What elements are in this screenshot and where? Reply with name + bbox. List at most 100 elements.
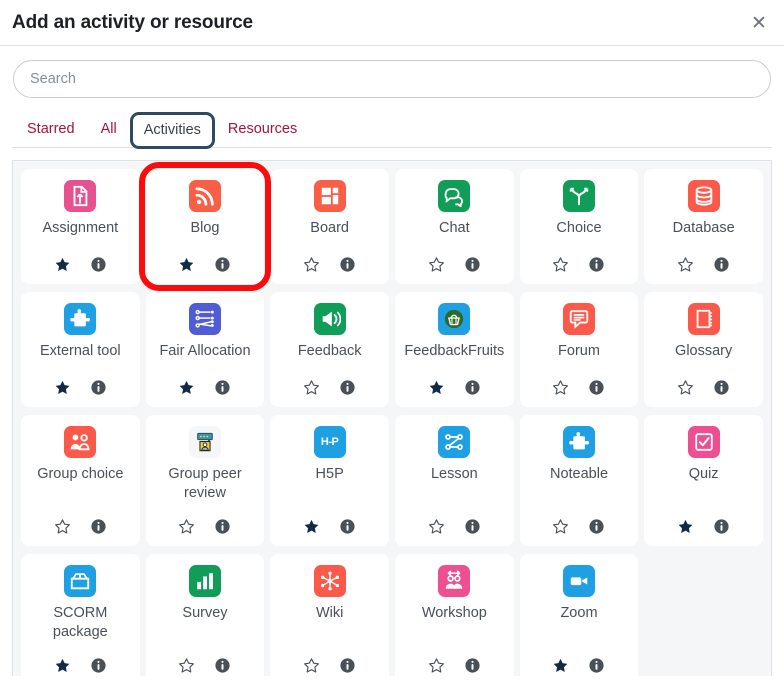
star-outline-icon[interactable] [428,657,445,674]
activity-label: SCORM package [21,604,140,657]
activity-label: Board [306,219,353,256]
info-icon[interactable] [339,256,356,273]
tab-all[interactable]: All [88,113,130,147]
board-icon [314,180,346,212]
info-icon[interactable] [339,518,356,535]
activity-grid-container: Assignment Blog Board ChatChoiceDatabase Ext… [12,160,772,676]
activity-card-noteable[interactable]: Noteable [520,415,639,546]
info-icon[interactable] [588,379,605,396]
activity-card-external-tool[interactable]: External tool [21,292,140,407]
info-icon[interactable] [339,379,356,396]
activity-card-choice[interactable]: Choice [520,169,639,284]
activity-card-glossary[interactable]: Glossary [644,292,763,407]
info-icon[interactable] [464,518,481,535]
star-outline-icon[interactable] [552,518,569,535]
activity-label: Quiz [685,465,723,518]
activity-card-quiz[interactable]: Quiz [644,415,763,546]
star-outline-icon[interactable] [54,518,71,535]
activity-card-scorm-package[interactable]: SCORM package [21,554,140,676]
activity-card-actions [552,657,605,676]
info-icon[interactable] [713,518,730,535]
star-outline-icon[interactable] [552,256,569,273]
activity-label: Group choice [33,465,127,518]
star-filled-icon[interactable] [677,518,694,535]
activity-card-survey[interactable]: Survey [146,554,265,676]
add-activity-modal: Add an activity or resource ✕ StarredAll… [0,0,784,676]
noteable-puzzle-icon [563,426,595,458]
activity-card-fair-allocation[interactable]: Fair Allocation [146,292,265,407]
info-icon[interactable] [214,657,231,674]
info-icon[interactable] [713,379,730,396]
activity-card-database[interactable]: Database [644,169,763,284]
star-filled-icon[interactable] [178,256,195,273]
activity-card-zoom[interactable]: Zoom [520,554,639,676]
activity-card-forum[interactable]: Forum [520,292,639,407]
activity-card-actions [54,518,107,546]
star-outline-icon[interactable] [303,379,320,396]
star-outline-icon[interactable] [428,518,445,535]
activity-card-group-choice[interactable]: Group choice [21,415,140,546]
info-icon[interactable] [90,657,107,674]
info-icon[interactable] [464,256,481,273]
activity-card-chat[interactable]: Chat [395,169,514,284]
info-icon[interactable] [713,256,730,273]
zoom-video-icon [563,565,595,597]
star-outline-icon[interactable] [677,379,694,396]
info-icon[interactable] [90,379,107,396]
star-filled-icon[interactable] [178,379,195,396]
activity-card-actions [54,379,107,407]
info-icon[interactable] [214,518,231,535]
star-outline-icon[interactable] [178,657,195,674]
info-icon[interactable] [214,256,231,273]
survey-bars-icon [189,565,221,597]
tab-resources[interactable]: Resources [215,113,310,147]
info-icon[interactable] [339,657,356,674]
choice-fork-icon [563,180,595,212]
close-icon[interactable]: ✕ [745,9,773,37]
star-outline-icon[interactable] [303,256,320,273]
star-filled-icon[interactable] [54,256,71,273]
tab-starred[interactable]: Starred [14,113,88,147]
star-filled-icon[interactable] [54,379,71,396]
activity-label: Zoom [556,604,601,657]
activity-card-board[interactable]: Board [270,169,389,284]
activity-card-actions [178,379,231,407]
activity-card-wiki[interactable]: Wiki [270,554,389,676]
activity-card-actions [428,518,481,546]
activity-label: Assignment [38,219,122,256]
star-filled-icon[interactable] [552,657,569,674]
star-outline-icon[interactable] [552,379,569,396]
star-outline-icon[interactable] [428,256,445,273]
activity-card-group-peer-review[interactable]: Group peer review [146,415,265,546]
activity-label: Wiki [312,604,347,657]
star-filled-icon[interactable] [428,379,445,396]
star-filled-icon[interactable] [303,518,320,535]
info-icon[interactable] [588,657,605,674]
search-input[interactable] [13,60,771,98]
tab-activities[interactable]: Activities [130,112,215,149]
activity-card-feedback[interactable]: Feedback [270,292,389,407]
activity-card-workshop[interactable]: Workshop [395,554,514,676]
star-filled-icon[interactable] [54,657,71,674]
activity-label: Fair Allocation [155,342,254,379]
activity-card-feedbackfruits[interactable]: FeedbackFruits [395,292,514,407]
star-outline-icon[interactable] [178,518,195,535]
star-outline-icon[interactable] [303,657,320,674]
activity-card-lesson[interactable]: Lesson [395,415,514,546]
activity-card-blog[interactable]: Blog [146,169,265,284]
info-icon[interactable] [588,256,605,273]
activity-label: External tool [36,342,125,379]
wiki-network-icon [314,565,346,597]
info-icon[interactable] [464,657,481,674]
star-outline-icon[interactable] [677,256,694,273]
info-icon[interactable] [90,518,107,535]
activity-card-assignment[interactable]: Assignment [21,169,140,284]
activity-card-h5p[interactable]: H-PH5P [270,415,389,546]
info-icon[interactable] [464,379,481,396]
activity-card-actions [178,518,231,546]
activity-label: Lesson [427,465,482,518]
activity-label: FeedbackFruits [400,342,508,379]
info-icon[interactable] [90,256,107,273]
info-icon[interactable] [588,518,605,535]
info-icon[interactable] [214,379,231,396]
